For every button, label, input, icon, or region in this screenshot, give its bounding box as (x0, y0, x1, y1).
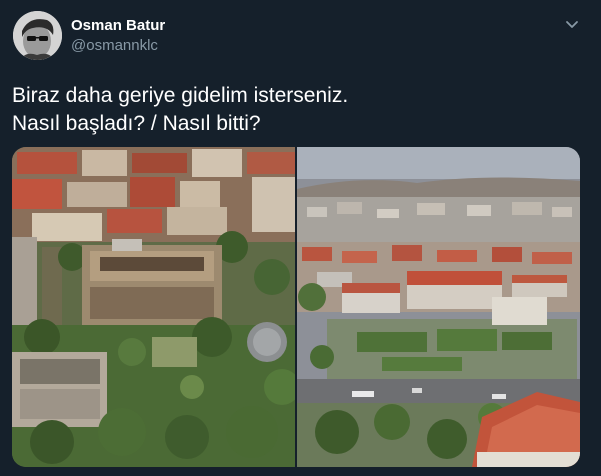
tweet-text: Biraz daha geriye gidelim isterseniz. Na… (12, 82, 348, 138)
modern-city-photo-icon (297, 147, 580, 467)
chevron-down-icon (566, 21, 578, 28)
old-city-photo-icon (12, 147, 295, 467)
modern-city-aerial-photo[interactable] (297, 147, 580, 467)
avatar[interactable] (13, 11, 62, 60)
tweet-menu-button[interactable] (562, 14, 582, 34)
author-display-name[interactable]: Osman Batur (71, 17, 165, 34)
avatar-photo-icon (13, 11, 62, 60)
tweet-text-line: Nasıl başladı? / Nasıl bitti? (12, 112, 261, 135)
old-city-aerial-photo[interactable] (12, 147, 295, 467)
tweet-text-line: Biraz daha geriye gidelim isterseniz. (12, 84, 349, 107)
tweet-media (12, 147, 580, 467)
author-handle[interactable]: @osmannklc (71, 37, 158, 54)
